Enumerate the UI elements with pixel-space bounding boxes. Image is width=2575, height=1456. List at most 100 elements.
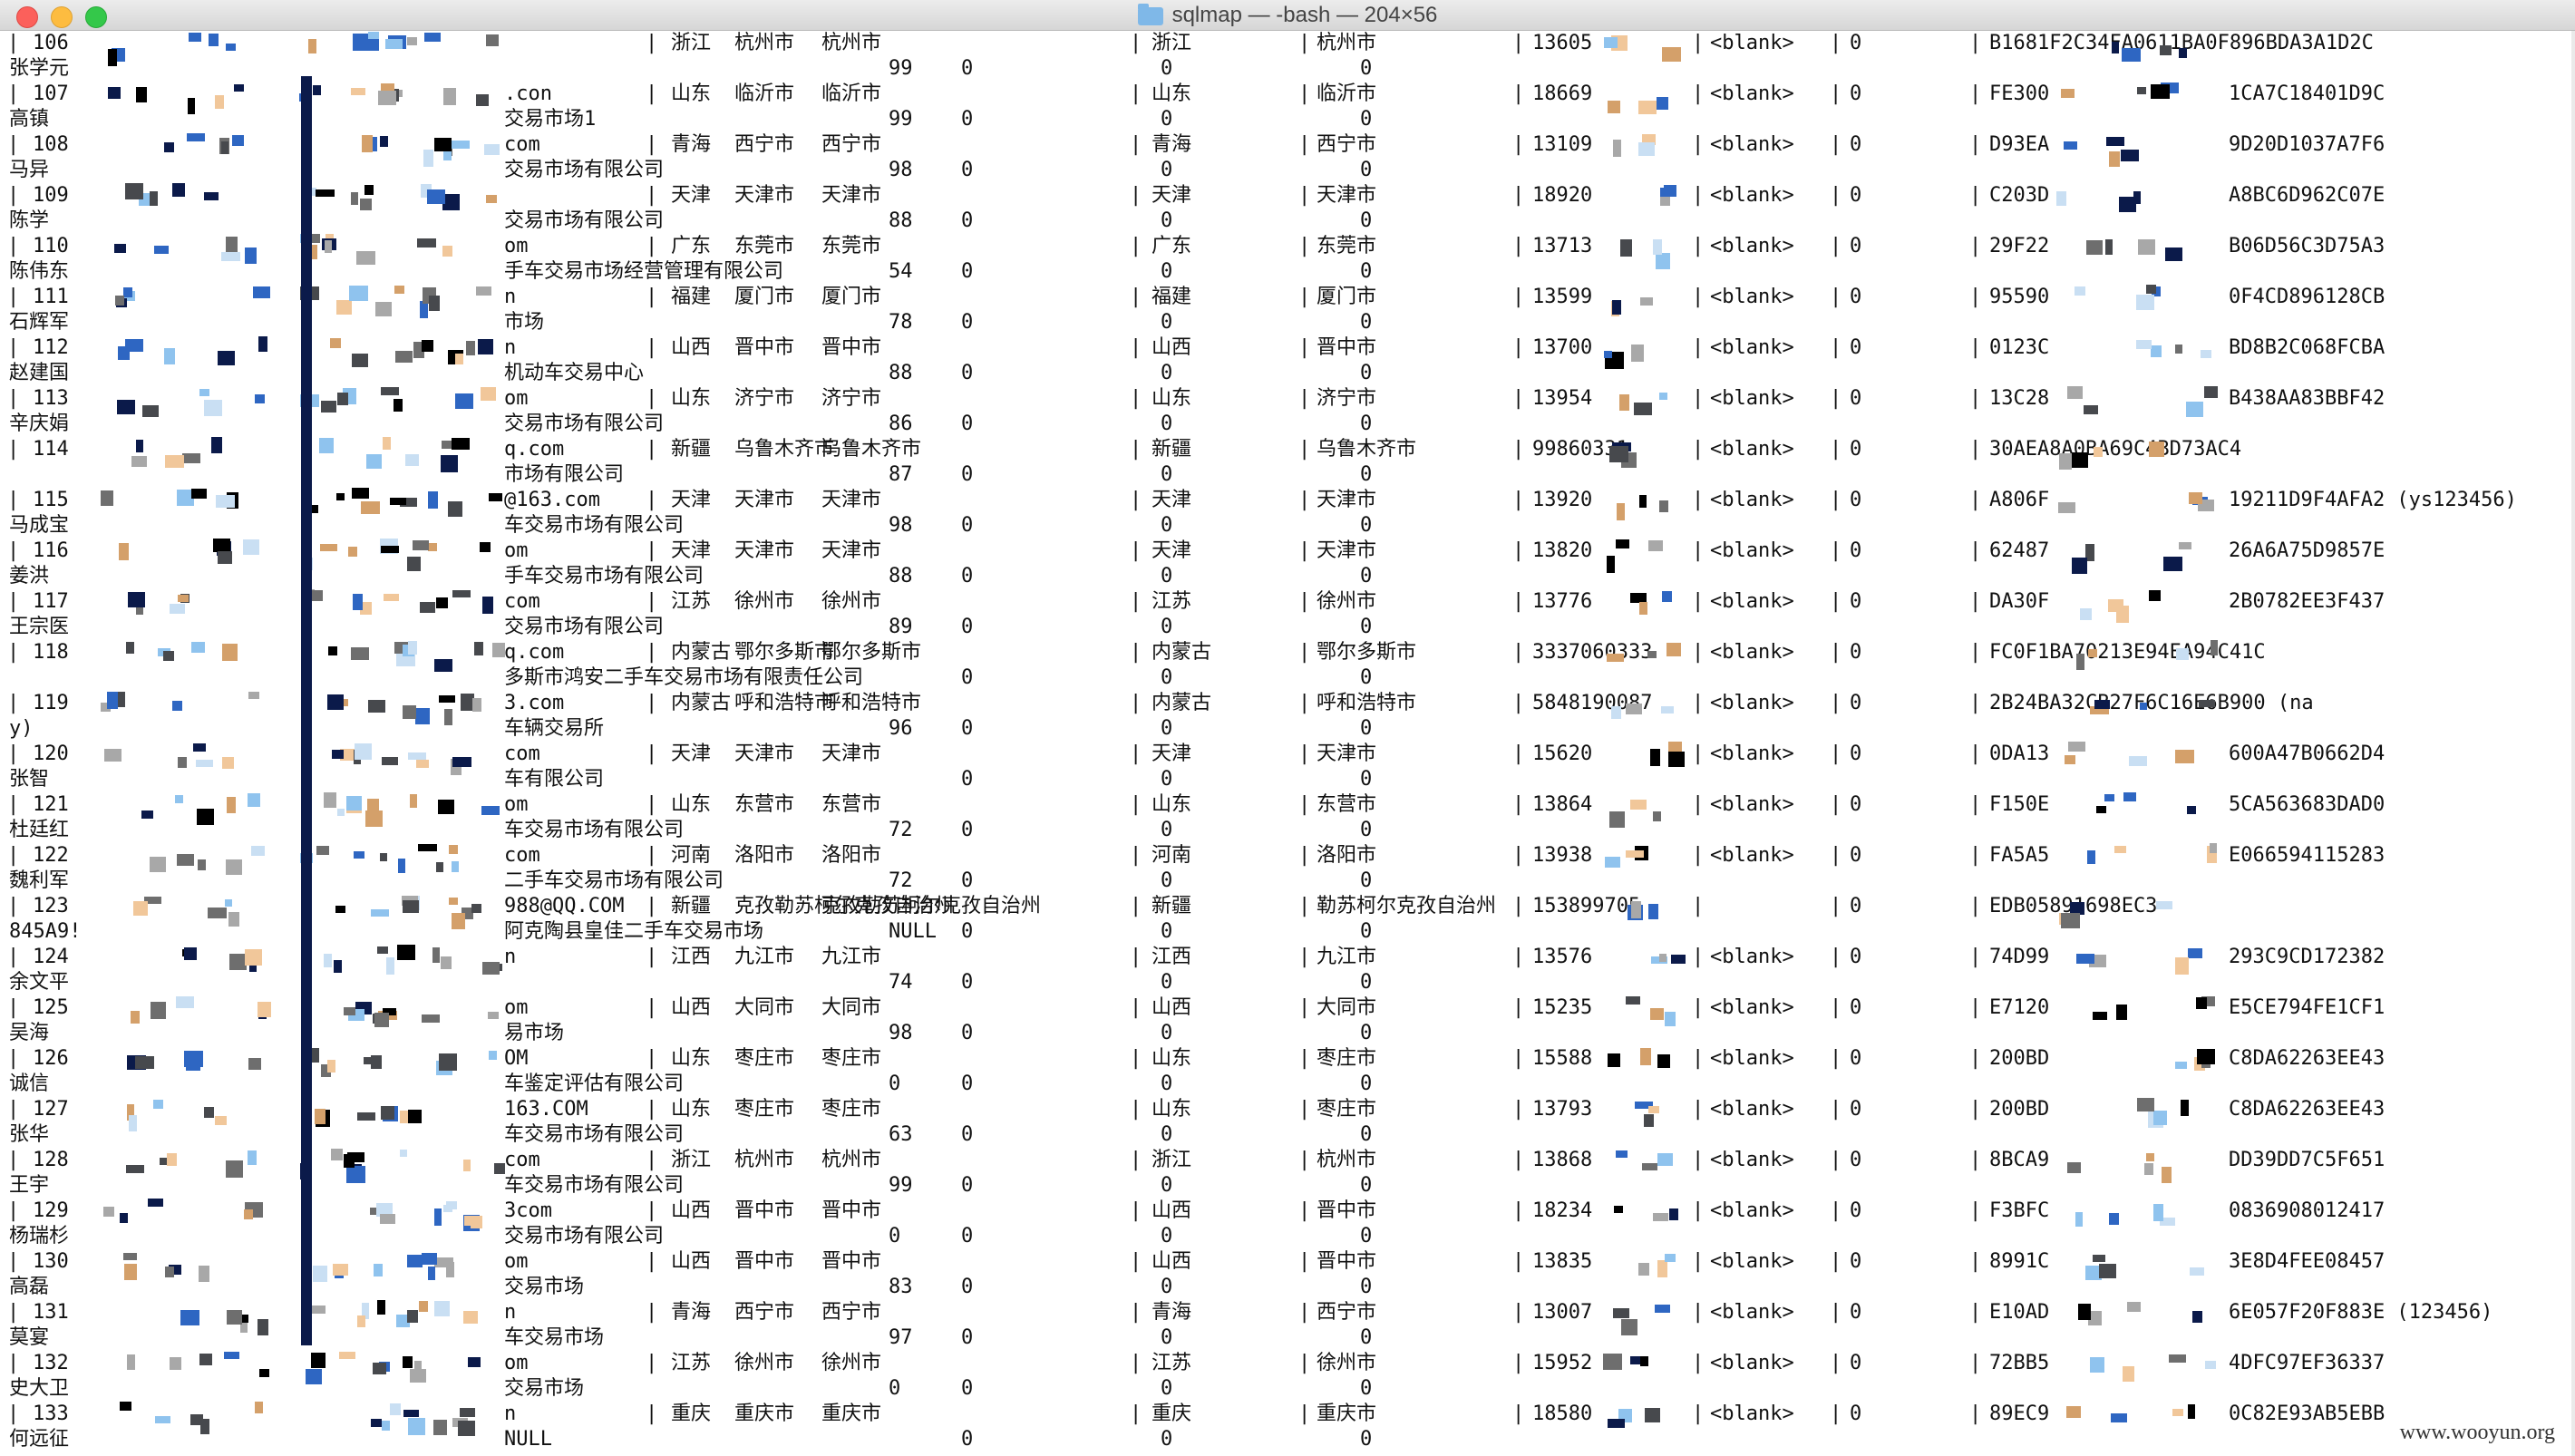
redaction-pixel bbox=[1638, 1263, 1649, 1276]
col-sep: | bbox=[1692, 895, 1705, 917]
password-hash-tail: 293C9CD172382 bbox=[2229, 946, 2386, 968]
redaction-pixel bbox=[1626, 850, 1644, 858]
flag-1: 0 bbox=[961, 819, 974, 841]
company-name: 交易市场有限公司 bbox=[504, 616, 665, 638]
redaction-pixel bbox=[311, 1353, 326, 1368]
city: 徐州市 bbox=[734, 590, 795, 613]
redaction-pixel bbox=[434, 659, 452, 672]
redaction-pixel bbox=[361, 501, 380, 514]
score: 96 bbox=[889, 717, 913, 740]
score: 98 bbox=[889, 514, 913, 537]
province-2: 浙江 bbox=[1151, 32, 1192, 54]
col-sep: | bbox=[1512, 1250, 1525, 1273]
redaction-pixel bbox=[471, 904, 481, 913]
redaction-pixel bbox=[2129, 756, 2147, 766]
terminal-scrollbar[interactable] bbox=[2571, 31, 2575, 1456]
flag-2: 0 bbox=[1161, 1073, 1173, 1095]
redaction-pixel bbox=[434, 138, 452, 151]
col-sep: | bbox=[1830, 387, 1842, 410]
redaction-pixel bbox=[1650, 749, 1660, 766]
col-sep: | bbox=[1830, 133, 1842, 156]
col-sep: | bbox=[1130, 235, 1142, 257]
email-fragment: 988@QQ.COM bbox=[504, 895, 625, 917]
redaction-pixel bbox=[2072, 452, 2088, 468]
phone-fragment: 13700 bbox=[1532, 336, 1593, 359]
redaction-pixel bbox=[374, 1013, 389, 1027]
password-hash: 13C28 bbox=[1989, 387, 2050, 410]
redaction-pixel bbox=[228, 912, 239, 927]
password-hash: F3BFC bbox=[1989, 1199, 2050, 1222]
redaction-pixel bbox=[2205, 1361, 2216, 1369]
redaction-pixel bbox=[153, 1100, 163, 1109]
province: 江苏 bbox=[671, 590, 712, 613]
record-id: 125 bbox=[33, 996, 69, 1019]
zero-field: 0 bbox=[1850, 996, 1862, 1019]
col-sep: | bbox=[646, 1199, 658, 1222]
zero-field: 0 bbox=[1850, 844, 1862, 867]
region: 克孜勒苏柯尔克孜自治州 bbox=[821, 895, 1042, 917]
score: 72 bbox=[889, 819, 913, 841]
redaction-pixel bbox=[141, 811, 153, 819]
col-sep: | bbox=[1130, 286, 1142, 308]
redaction-pixel bbox=[1671, 955, 1686, 964]
password-hash-tail: 19211D9F4AFA2 (ys123456) bbox=[2229, 489, 2517, 511]
phone-fragment: 13576 bbox=[1532, 946, 1593, 968]
redaction-pixel bbox=[1659, 393, 1667, 400]
redaction-pixel bbox=[136, 607, 143, 615]
redaction-pixel bbox=[482, 962, 500, 975]
redaction-pixel bbox=[439, 1053, 457, 1071]
redaction-pixel bbox=[381, 387, 399, 395]
redaction-pixel bbox=[103, 1207, 114, 1217]
col-sep: | bbox=[1830, 946, 1842, 968]
col-sep: | bbox=[1969, 1199, 1982, 1222]
window-title-area: sqlmap — -bash — 204×56 bbox=[0, 0, 2575, 31]
redaction-pixel bbox=[178, 595, 189, 602]
redaction-pixel bbox=[2116, 1005, 2127, 1020]
redaction-pixel bbox=[248, 793, 260, 807]
col-sep: | bbox=[646, 743, 658, 765]
redaction-pixel bbox=[1603, 1354, 1622, 1370]
flag-3: 0 bbox=[1360, 1225, 1373, 1247]
company-name: 车鉴定评估有限公司 bbox=[504, 1073, 685, 1095]
redaction-pixel bbox=[441, 956, 452, 969]
col-sep: | bbox=[1969, 1403, 1982, 1425]
terminal-output[interactable]: | 106 | 浙江 杭州市 杭州市 | 浙江 | 杭州市 | 13605 | <blank> | 0 | B16… bbox=[0, 31, 2575, 1456]
redaction-pixel bbox=[480, 542, 491, 552]
redaction-pixel bbox=[351, 88, 365, 95]
redaction-pixel bbox=[255, 1402, 263, 1413]
flag-3: 0 bbox=[1360, 260, 1373, 283]
redaction-pixel bbox=[455, 393, 473, 409]
redaction-pixel bbox=[315, 1109, 326, 1124]
flag-1: 0 bbox=[961, 869, 974, 892]
redaction-pixel bbox=[2138, 239, 2155, 255]
password-hash: 8BCA9 bbox=[1989, 1149, 2050, 1171]
contact-name: 杜廷红 bbox=[9, 819, 70, 841]
redaction-pixel bbox=[438, 800, 454, 814]
password-hash: 200BD bbox=[1989, 1098, 2050, 1121]
score: 86 bbox=[889, 413, 913, 435]
redaction-pixel bbox=[380, 1214, 395, 1224]
flag-2: 0 bbox=[1161, 413, 1173, 435]
password-hash-tail: 0F4CD896128CB bbox=[2229, 286, 2386, 308]
redaction-pixel bbox=[150, 857, 166, 872]
col-sep: | bbox=[1512, 793, 1525, 816]
flag-1: 0 bbox=[961, 108, 974, 131]
email-fragment: com bbox=[504, 844, 540, 867]
redaction-pixel bbox=[2123, 792, 2136, 801]
email-fragment: om bbox=[504, 996, 529, 1019]
redaction-pixel bbox=[191, 489, 207, 499]
blank-field: <blank> bbox=[1710, 387, 1794, 410]
col-sep: | bbox=[1830, 438, 1842, 461]
score: 98 bbox=[889, 159, 913, 181]
blank-field: <blank> bbox=[1710, 692, 1794, 714]
col-sep: | bbox=[1512, 1301, 1525, 1324]
flag-2: 0 bbox=[1161, 1377, 1173, 1400]
blank-field: <blank> bbox=[1710, 438, 1794, 461]
redaction-pixel bbox=[348, 547, 357, 557]
col-sep: | bbox=[646, 692, 658, 714]
redaction-pixel bbox=[395, 351, 413, 363]
region: 枣庄市 bbox=[821, 1098, 882, 1121]
redaction-pixel bbox=[170, 604, 185, 614]
redaction-pixel bbox=[349, 286, 368, 301]
zero-field: 0 bbox=[1850, 692, 1862, 714]
